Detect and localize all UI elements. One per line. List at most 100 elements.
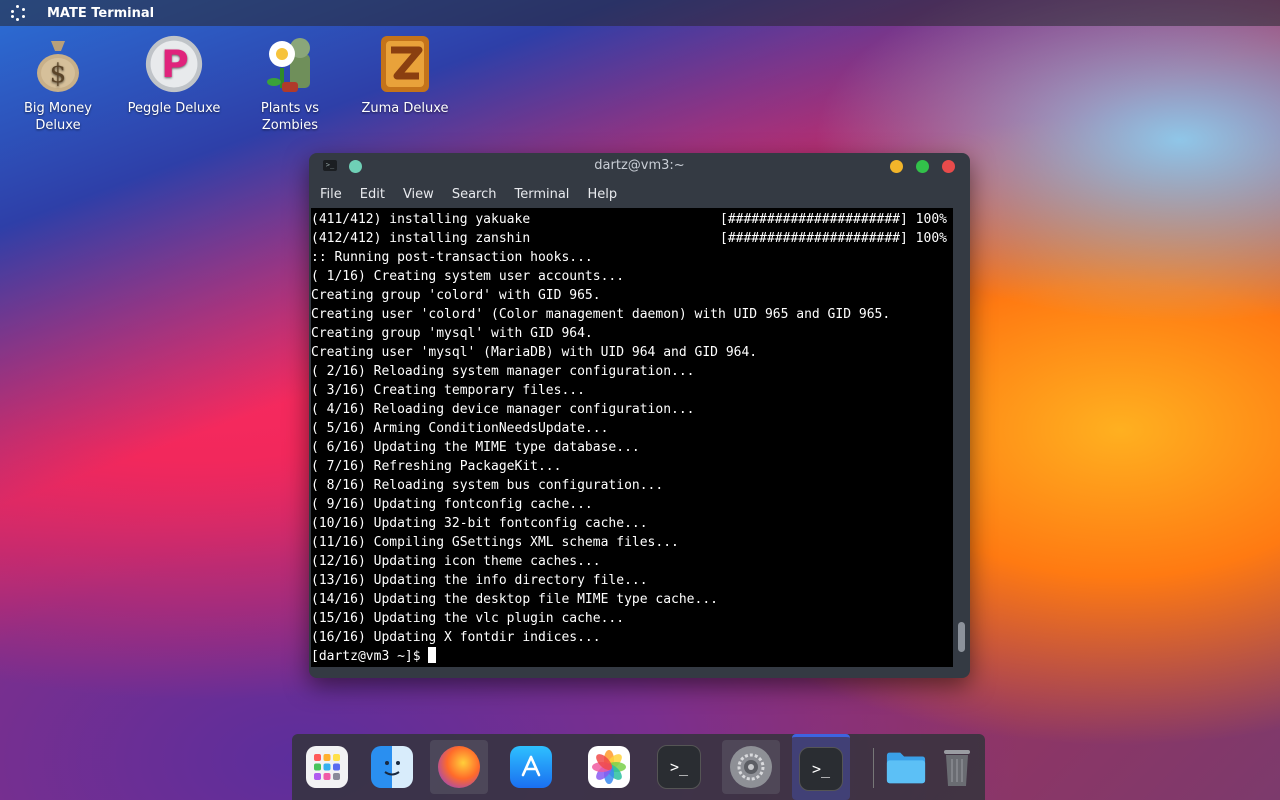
active-app-title: MATE Terminal (47, 5, 155, 21)
desktop-icon-peggle[interactable]: P Peggle Deluxe (126, 32, 222, 117)
terminal-line-text: (412/412) installing zanshin (311, 231, 531, 246)
terminal-line-text: (14/16) Updating the desktop file MIME t… (311, 592, 718, 607)
terminal-line: ( 7/16) Refreshing PackageKit... (311, 457, 953, 476)
terminal-line-text: Creating user 'colord' (Color management… (311, 307, 891, 322)
desktop-icon-zuma[interactable]: Zuma Deluxe (357, 32, 453, 117)
terminal-line: Creating user 'colord' (Color management… (311, 305, 953, 324)
dock-files[interactable] (877, 740, 935, 794)
terminal-line: ( 3/16) Creating temporary files... (311, 381, 953, 400)
desktop-icon-label: Zuma Deluxe (361, 101, 449, 116)
trash-icon (936, 746, 978, 788)
dock-terminal[interactable]: >_ (650, 740, 708, 794)
close-button[interactable] (942, 160, 955, 173)
minimize-button[interactable] (890, 160, 903, 173)
plants-vs-zombies-icon (260, 32, 320, 96)
terminal-line: ( 4/16) Reloading device manager configu… (311, 400, 953, 419)
terminal-line: (11/16) Compiling GSettings XML schema f… (311, 533, 953, 552)
progress-indicator: [######################] 100% (720, 212, 947, 227)
top-panel: MATE Terminal (0, 0, 1280, 26)
terminal-line: (411/412) installing yakuake [###########… (311, 210, 953, 229)
terminal-line: (412/412) installing zanshin [###########… (311, 229, 953, 248)
terminal-line: (14/16) Updating the desktop file MIME t… (311, 590, 953, 609)
desktop-icon-label: Plants vs (260, 101, 320, 116)
dock: >_ >_ (292, 734, 985, 800)
dock-photos[interactable] (580, 740, 638, 794)
finder-icon (371, 746, 413, 788)
terminal-line-text: ( 9/16) Updating fontconfig cache... (311, 497, 593, 512)
window-titlebar[interactable]: >_ dartz@vm3:~ (309, 153, 970, 180)
terminal-line-text: ( 7/16) Refreshing PackageKit... (311, 459, 562, 474)
terminal-line: (13/16) Updating the info directory file… (311, 571, 953, 590)
terminal-line: ( 2/16) Reloading system manager configu… (311, 362, 953, 381)
terminal-line-text: (411/412) installing yakuake (311, 212, 531, 227)
terminal-line: (15/16) Updating the vlc plugin cache... (311, 609, 953, 628)
launchpad-icon (306, 746, 348, 788)
terminal-line-text: (11/16) Compiling GSettings XML schema f… (311, 535, 679, 550)
menu-help[interactable]: Help (578, 187, 626, 202)
terminal-line: Creating group 'colord' with GID 965. (311, 286, 953, 305)
terminal-line: ( 9/16) Updating fontconfig cache... (311, 495, 953, 514)
firefox-icon (438, 746, 480, 788)
svg-text:P: P (161, 42, 188, 86)
menu-terminal[interactable]: Terminal (505, 187, 578, 202)
terminal-line-text: Creating group 'mysql' with GID 964. (311, 326, 593, 341)
terminal-output[interactable]: (411/412) installing yakuake [###########… (311, 208, 953, 667)
progress-indicator: [######################] 100% (720, 231, 947, 246)
terminal-line: ( 5/16) Arming ConditionNeedsUpdate... (311, 419, 953, 438)
terminal-line-text: (15/16) Updating the vlc plugin cache... (311, 611, 625, 626)
terminal-line-text: ( 1/16) Creating system user accounts... (311, 269, 625, 284)
dock-app-store[interactable] (502, 740, 560, 794)
desktop-icon-big-money[interactable]: $ Big Money Deluxe (10, 32, 106, 134)
terminal-line-text: Creating user 'mysql' (MariaDB) with UID… (311, 345, 758, 360)
dock-trash[interactable] (928, 740, 986, 794)
terminal-line-text: ( 2/16) Reloading system manager configu… (311, 364, 695, 379)
desktop-icon-label: Big Money (23, 101, 92, 116)
terminal-line-text: (13/16) Updating the info directory file… (311, 573, 648, 588)
dock-settings[interactable] (722, 740, 780, 794)
apps-icon[interactable] (8, 3, 28, 23)
terminal-line: (10/16) Updating 32-bit fontconfig cache… (311, 514, 953, 533)
zuma-icon (375, 32, 435, 96)
maximize-button[interactable] (916, 160, 929, 173)
folder-icon (885, 746, 927, 788)
photos-icon (588, 746, 630, 788)
settings-icon (730, 746, 772, 788)
terminal-line: (16/16) Updating X fontdir indices... (311, 628, 953, 647)
menu-view[interactable]: View (394, 187, 443, 202)
terminal-line-text: ( 5/16) Arming ConditionNeedsUpdate... (311, 421, 609, 436)
dock-terminal-running[interactable]: >_ (792, 734, 850, 800)
terminal-line-text: (12/16) Updating icon theme caches... (311, 554, 601, 569)
menu-search[interactable]: Search (443, 187, 506, 202)
scrollbar-thumb[interactable] (958, 622, 965, 652)
dock-separator (873, 748, 874, 788)
terminal-line: ( 8/16) Reloading system bus configurati… (311, 476, 953, 495)
shell-prompt: [dartz@vm3 ~]$ (311, 649, 429, 664)
text-cursor (428, 647, 437, 663)
terminal-window[interactable]: >_ dartz@vm3:~ File Edit View Search Ter… (309, 153, 970, 678)
terminal-icon: >_ (657, 745, 701, 789)
desktop-icon-label: Zombies (261, 118, 319, 133)
terminal-line: (12/16) Updating icon theme caches... (311, 552, 953, 571)
terminal-line: Creating group 'mysql' with GID 964. (311, 324, 953, 343)
menu-bar: File Edit View Search Terminal Help (309, 180, 970, 208)
desktop-icon-label: Peggle Deluxe (127, 101, 221, 116)
dock-finder[interactable] (363, 740, 421, 794)
terminal-line-text: ( 6/16) Updating the MIME type database.… (311, 440, 640, 455)
dock-launchpad[interactable] (298, 740, 356, 794)
desktop-icon-label: Deluxe (35, 118, 81, 133)
terminal-line: ( 1/16) Creating system user accounts... (311, 267, 953, 286)
terminal-line-text: (10/16) Updating 32-bit fontconfig cache… (311, 516, 648, 531)
prompt-line[interactable]: [dartz@vm3 ~]$ (311, 647, 953, 666)
menu-file[interactable]: File (311, 187, 351, 202)
desktop-icon-plants-vs-zombies[interactable]: Plants vs Zombies (242, 32, 338, 134)
scrollbar[interactable] (955, 208, 968, 666)
terminal-line-text: (16/16) Updating X fontdir indices... (311, 630, 601, 645)
menu-edit[interactable]: Edit (351, 187, 394, 202)
terminal-line-text: ( 4/16) Reloading device manager configu… (311, 402, 695, 417)
dock-firefox[interactable] (430, 740, 488, 794)
money-bag-icon: $ (28, 32, 88, 96)
terminal-line: Creating user 'mysql' (MariaDB) with UID… (311, 343, 953, 362)
terminal-icon: >_ (799, 746, 843, 791)
terminal-line-text: ( 8/16) Reloading system bus configurati… (311, 478, 664, 493)
app-store-icon (510, 746, 552, 788)
